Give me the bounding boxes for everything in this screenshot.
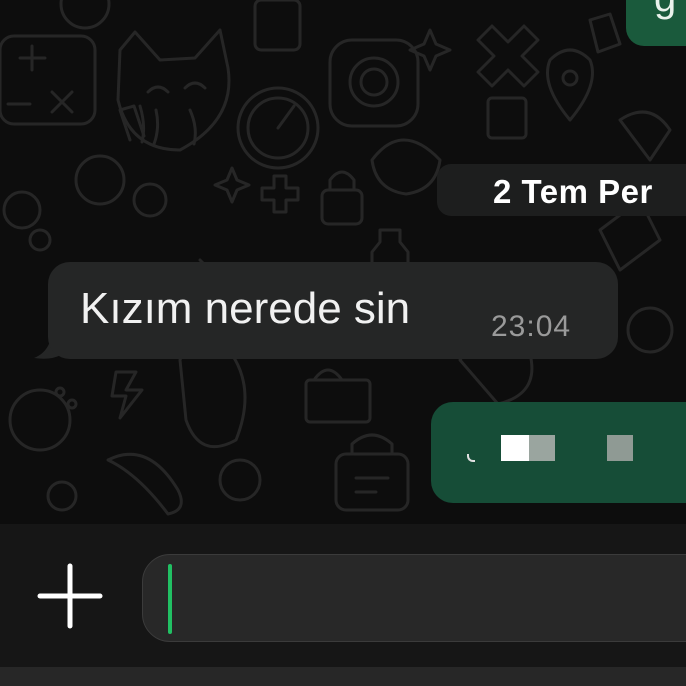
date-separator-label: 2 Tem Per (493, 173, 653, 210)
text-caret (168, 564, 172, 634)
incoming-message-bubble[interactable]: Kızım nerede sin 23:04 (48, 262, 618, 359)
redaction-block (529, 435, 555, 461)
chat-screen: g 2 Tem Per Kızım nerede sin 23:04 (0, 0, 686, 686)
outgoing-message-bubble-partial[interactable]: g (626, 0, 686, 46)
incoming-message-time: 23:04 (491, 310, 572, 343)
outgoing-message-bubble-redacted[interactable] (431, 402, 686, 503)
redaction-block (607, 435, 633, 461)
bottom-bar (0, 667, 686, 686)
message-composer (0, 524, 686, 667)
redacted-glyph (467, 454, 475, 462)
incoming-message-text: Kızım nerede sin (80, 284, 411, 333)
conversation-area[interactable]: g 2 Tem Per Kızım nerede sin 23:04 (0, 0, 686, 524)
date-separator: 2 Tem Per (437, 164, 686, 216)
plus-icon[interactable] (36, 562, 104, 630)
redaction-block (501, 435, 529, 461)
message-input[interactable] (142, 554, 686, 642)
outgoing-message-fragment: g (654, 0, 676, 18)
